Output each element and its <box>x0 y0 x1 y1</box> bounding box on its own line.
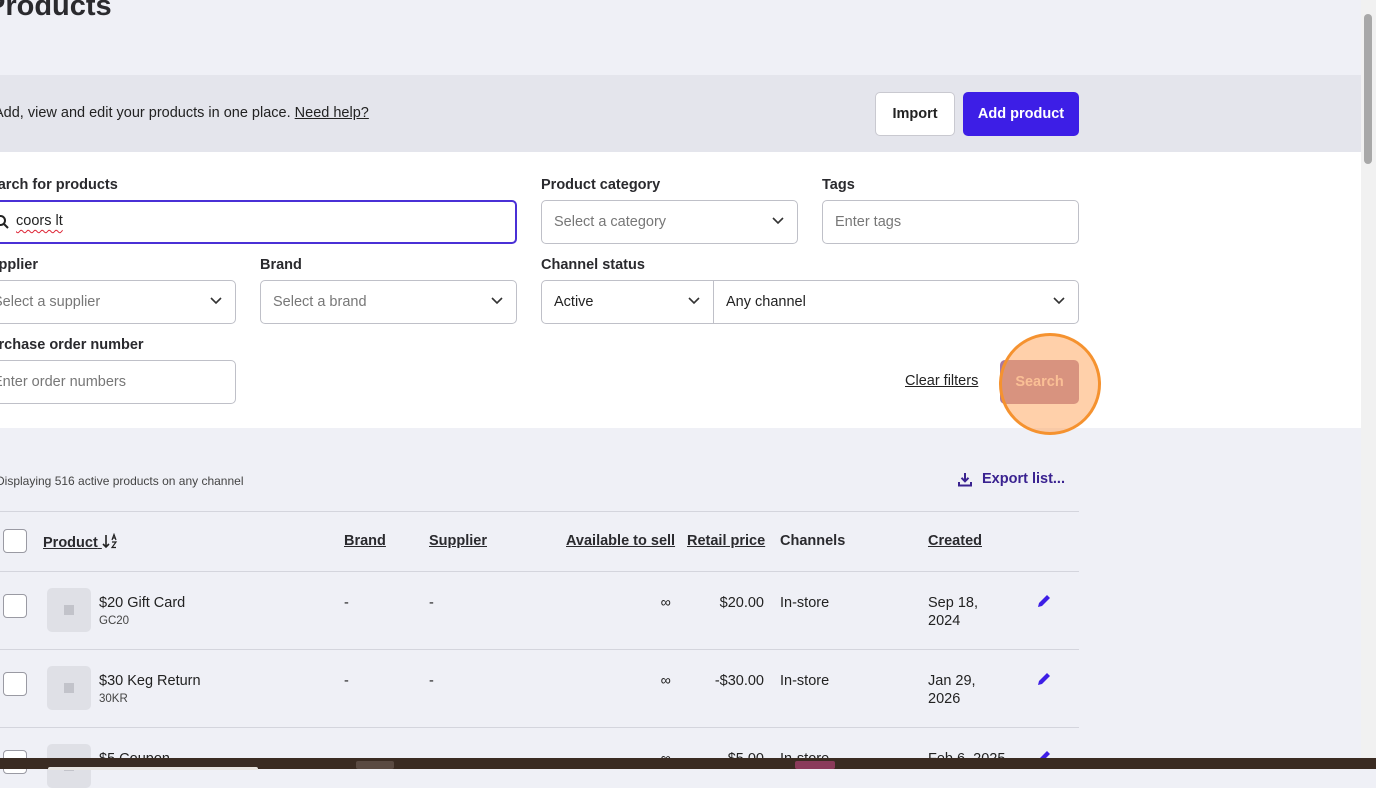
purchase-order-placeholder: Enter order numbers <box>0 374 126 390</box>
header-brand[interactable]: Brand <box>344 533 386 549</box>
taskbar-item[interactable] <box>795 761 835 769</box>
brand-cell: - <box>344 673 349 689</box>
tags-label: Tags <box>822 177 855 193</box>
channel-cell: In-store <box>780 673 830 689</box>
row-divider <box>0 727 1079 728</box>
price-cell: $20.00 <box>719 595 764 611</box>
search-button[interactable]: Search <box>1000 360 1079 404</box>
add-product-button[interactable]: Add product <box>963 92 1079 136</box>
results-count: Displaying 516 active products on any ch… <box>0 474 244 488</box>
need-help-link[interactable]: Need help? <box>295 105 369 121</box>
header-channels: Channels <box>780 533 846 549</box>
sort-az-icon <box>102 532 117 549</box>
search-input[interactable]: coors lt <box>0 200 517 244</box>
download-icon <box>958 472 972 486</box>
header-created[interactable]: Created <box>928 533 982 549</box>
product-sku: GC20 <box>99 615 130 627</box>
table-header-border <box>0 571 1079 572</box>
brand-label: Brand <box>260 257 302 273</box>
intro-text: Add, view and edit your products in one … <box>0 105 369 121</box>
chevron-down-icon <box>688 297 700 305</box>
row-checkbox[interactable] <box>3 594 27 618</box>
header-supplier[interactable]: Supplier <box>429 533 487 549</box>
pencil-icon[interactable] <box>1036 671 1052 687</box>
product-name[interactable]: $30 Keg Return <box>99 673 201 689</box>
chevron-down-icon <box>491 297 503 305</box>
channel-select[interactable]: Any channel <box>713 280 1079 324</box>
product-thumbnail <box>47 666 91 710</box>
select-all-checkbox[interactable] <box>3 529 27 553</box>
price-cell: -$30.00 <box>714 673 764 689</box>
tags-placeholder: Enter tags <box>835 214 902 230</box>
intro-description: Add, view and edit your products in one … <box>0 105 291 121</box>
created-cell-year: 2024 <box>928 613 961 629</box>
header-available[interactable]: Available to sell <box>566 533 675 549</box>
vertical-scrollbar[interactable] <box>1361 0 1376 758</box>
taskbar-item[interactable] <box>356 761 394 769</box>
brand-cell: - <box>344 595 349 611</box>
export-list-label: Export list... <box>982 471 1065 487</box>
supplier-cell: - <box>429 673 434 689</box>
chevron-down-icon <box>772 217 784 225</box>
header-retail-price[interactable]: Retail price <box>687 533 765 549</box>
created-cell: Sep 18, <box>928 595 978 611</box>
search-icon <box>0 215 9 229</box>
pencil-icon[interactable] <box>1036 593 1052 609</box>
supplier-placeholder: Select a supplier <box>0 294 101 310</box>
channel-value: Any channel <box>726 294 806 310</box>
category-placeholder: Select a category <box>554 214 667 230</box>
chevron-down-icon <box>210 297 222 305</box>
table-top-border <box>0 511 1079 512</box>
product-thumbnail <box>47 588 91 632</box>
supplier-select[interactable]: Select a supplier <box>0 280 236 324</box>
created-cell: Jan 29, <box>928 673 976 689</box>
category-select[interactable]: Select a category <box>541 200 798 244</box>
import-button[interactable]: Import <box>875 92 955 136</box>
export-list-button[interactable]: Export list... <box>958 471 1065 487</box>
supplier-cell: - <box>429 595 434 611</box>
chevron-down-icon <box>1053 297 1065 305</box>
available-cell: ∞ <box>660 595 671 611</box>
row-checkbox[interactable] <box>3 672 27 696</box>
brand-placeholder: Select a brand <box>273 294 367 310</box>
supplier-label: Supplier <box>0 257 39 273</box>
search-input-value: coors lt <box>16 213 63 229</box>
available-cell: ∞ <box>660 673 671 689</box>
scrollbar-thumb[interactable] <box>1364 14 1372 164</box>
product-name[interactable]: $20 Gift Card <box>99 595 185 611</box>
channel-cell: In-store <box>780 595 830 611</box>
product-sku: 30KR <box>99 693 128 705</box>
page-title: Products <box>0 0 112 22</box>
header-product[interactable]: Product <box>43 532 120 551</box>
brand-select[interactable]: Select a brand <box>260 280 517 324</box>
created-cell-year: 2026 <box>928 691 961 707</box>
status-select[interactable]: Active <box>541 280 714 324</box>
status-value: Active <box>554 294 594 310</box>
clear-filters-link[interactable]: Clear filters <box>905 373 978 389</box>
purchase-order-input[interactable]: Enter order numbers <box>0 360 236 404</box>
tags-input[interactable]: Enter tags <box>822 200 1079 244</box>
purchase-order-label: Purchase order number <box>0 337 144 353</box>
channel-status-label: Channel status <box>541 257 645 273</box>
search-label: Search for products <box>0 177 118 193</box>
category-label: Product category <box>541 177 661 193</box>
header-product-label: Product <box>43 535 98 551</box>
row-divider <box>0 649 1079 650</box>
